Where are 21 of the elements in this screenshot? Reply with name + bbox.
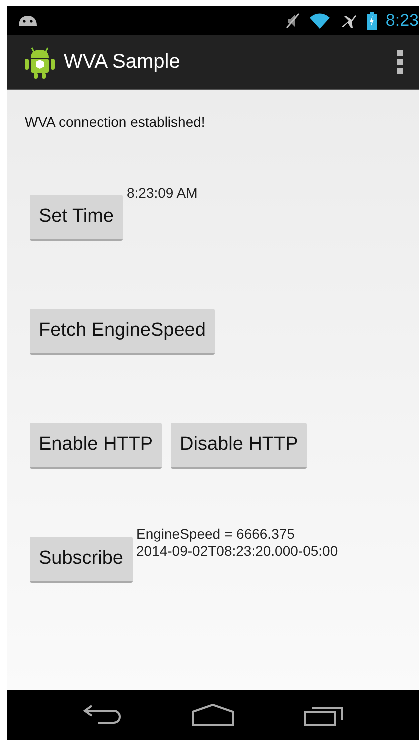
action-button[interactable]: Subscribe	[30, 537, 132, 583]
back-icon[interactable]	[82, 704, 122, 726]
android-notification-icon	[18, 14, 38, 26]
android-robot-icon	[24, 45, 56, 79]
app-title: WVA Sample	[64, 50, 180, 74]
action-button[interactable]: Fetch EngineSpeed	[30, 309, 215, 355]
action-button[interactable]: Enable HTTP	[30, 423, 162, 469]
battery-icon	[366, 12, 377, 30]
action-button[interactable]: Disable HTTP	[171, 423, 308, 469]
action-button[interactable]: Set Time	[30, 195, 123, 241]
result-text: 2014-09-02T08:23:20.000-05:00	[136, 543, 338, 560]
home-icon[interactable]	[190, 704, 235, 726]
overflow-menu-icon[interactable]	[397, 50, 403, 74]
airplane-icon	[340, 12, 358, 28]
result-text: 8:23:09 AM	[126, 185, 198, 202]
clock-time: 8:23	[386, 10, 419, 30]
wifi-icon	[308, 12, 331, 28]
result-text: EngineSpeed = 6666.375	[136, 526, 296, 543]
muted-speaker-icon	[286, 12, 300, 28]
connection-message: WVA connection established!	[25, 114, 206, 130]
recent-apps-icon[interactable]	[304, 704, 344, 726]
